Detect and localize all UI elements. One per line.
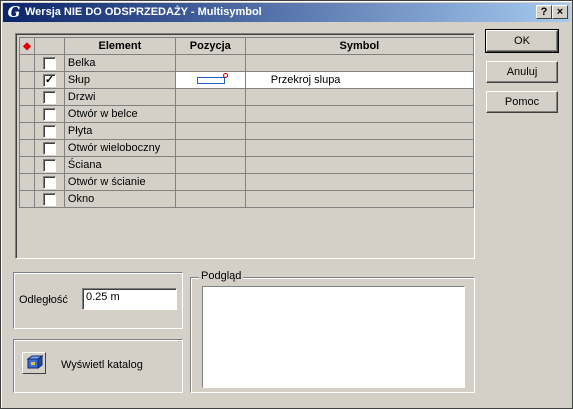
element-grid[interactable]: ◆ Element Pozycja Symbol Belka ✓ Słup Przek… xyxy=(15,33,475,259)
table-row[interactable]: Okno xyxy=(19,190,475,208)
multisymbol-dialog: G Wersja NIE DO ODSPRZEDAŻY - Multisymbo… xyxy=(0,0,573,409)
row-selector[interactable] xyxy=(19,122,35,140)
row-check-cell xyxy=(33,122,65,140)
catalog-label: Wyświetl katalog xyxy=(61,359,143,371)
table-row[interactable]: Otwór w belce xyxy=(19,105,475,123)
row-check-cell xyxy=(33,173,65,191)
element-name: Słup xyxy=(63,71,176,89)
symbol-cell[interactable] xyxy=(244,122,475,140)
symbol-cell[interactable] xyxy=(244,190,475,208)
row-selector[interactable] xyxy=(19,173,35,191)
position-cell[interactable] xyxy=(174,156,246,174)
table-row[interactable]: Otwór wieloboczny xyxy=(19,139,475,157)
position-icon[interactable] xyxy=(196,72,228,84)
table-row[interactable]: Płyta xyxy=(19,122,475,140)
header-check xyxy=(33,37,65,55)
row-selector[interactable] xyxy=(19,88,35,106)
header-element[interactable]: Element xyxy=(63,37,176,55)
help-button[interactable]: Pomoc xyxy=(486,91,558,113)
symbol-cell[interactable] xyxy=(244,156,475,174)
preview-area xyxy=(202,286,465,388)
row-check-cell: ✓ xyxy=(33,71,65,89)
help-icon[interactable]: ? xyxy=(536,5,552,19)
element-checkbox[interactable] xyxy=(42,158,56,172)
symbol-cell[interactable] xyxy=(244,139,475,157)
position-cell[interactable] xyxy=(174,173,246,191)
cancel-button[interactable]: Anuluj xyxy=(486,61,558,83)
row-selector[interactable] xyxy=(19,156,35,174)
element-name: Okno xyxy=(63,190,176,208)
element-checkbox[interactable] xyxy=(42,141,56,155)
element-checkbox[interactable] xyxy=(42,175,56,189)
element-checkbox[interactable]: ✓ xyxy=(42,73,56,87)
table-header-row: ◆ Element Pozycja Symbol xyxy=(19,37,475,55)
symbol-cell[interactable] xyxy=(244,88,475,106)
catalog-button[interactable] xyxy=(22,352,46,374)
element-checkbox[interactable] xyxy=(42,192,56,206)
element-name: Płyta xyxy=(63,122,176,140)
ok-button[interactable]: OK xyxy=(485,29,559,53)
row-selector[interactable] xyxy=(19,190,35,208)
table-row[interactable]: ✓ Słup Przekroj slupa xyxy=(19,71,475,89)
position-cell[interactable] xyxy=(174,190,246,208)
marker-icon: ◆ xyxy=(23,41,31,52)
row-selector[interactable] xyxy=(19,139,35,157)
element-checkbox[interactable] xyxy=(42,90,56,104)
symbol-cell[interactable]: Przekroj slupa xyxy=(244,71,475,89)
element-name: Otwór wieloboczny xyxy=(63,139,176,157)
header-marker: ◆ xyxy=(19,37,35,55)
row-selector[interactable] xyxy=(19,105,35,123)
element-checkbox[interactable] xyxy=(42,56,56,70)
row-check-cell xyxy=(33,156,65,174)
element-name: Belka xyxy=(63,54,176,72)
row-check-cell xyxy=(33,139,65,157)
window-title: Wersja NIE DO ODSPRZEDAŻY - Multisymbol xyxy=(25,6,262,18)
element-checkbox[interactable] xyxy=(42,124,56,138)
row-check-cell xyxy=(33,54,65,72)
row-check-cell xyxy=(33,190,65,208)
anchor-point-icon xyxy=(222,72,228,78)
preview-legend: Podgląd xyxy=(199,270,244,282)
row-check-cell xyxy=(33,88,65,106)
element-name: Drzwi xyxy=(63,88,176,106)
symbol-cell[interactable] xyxy=(244,54,475,72)
symbol-cell[interactable] xyxy=(244,173,475,191)
distance-label: Odległość xyxy=(19,294,68,306)
table-row[interactable]: Drzwi xyxy=(19,88,475,106)
position-cell[interactable] xyxy=(174,54,246,72)
table-row[interactable]: Belka xyxy=(19,54,475,72)
element-table: ◆ Element Pozycja Symbol Belka ✓ Słup Przek… xyxy=(19,37,475,208)
header-position[interactable]: Pozycja xyxy=(174,37,246,55)
position-cell[interactable] xyxy=(174,122,246,140)
position-cell[interactable] xyxy=(174,88,246,106)
position-cell[interactable] xyxy=(174,105,246,123)
catalog-icon xyxy=(26,355,44,369)
distance-field[interactable]: 0.25 m xyxy=(82,288,177,310)
element-name: Ściana xyxy=(63,156,176,174)
element-name: Otwór w ścianie xyxy=(63,173,176,191)
table-row[interactable]: Otwór w ścianie xyxy=(19,173,475,191)
symbol-cell[interactable] xyxy=(244,105,475,123)
row-selector[interactable] xyxy=(19,71,35,89)
row-check-cell xyxy=(33,105,65,123)
close-icon[interactable]: × xyxy=(552,5,568,19)
position-cell[interactable] xyxy=(174,139,246,157)
element-checkbox[interactable] xyxy=(42,107,56,121)
table-row[interactable]: Ściana xyxy=(19,156,475,174)
title-bar[interactable]: G Wersja NIE DO ODSPRZEDAŻY - Multisymbo… xyxy=(3,3,570,22)
row-selector[interactable] xyxy=(19,54,35,72)
element-name: Otwór w belce xyxy=(63,105,176,123)
header-symbol[interactable]: Symbol xyxy=(244,37,475,55)
app-logo-icon: G xyxy=(7,3,21,21)
position-cell[interactable] xyxy=(174,71,246,89)
